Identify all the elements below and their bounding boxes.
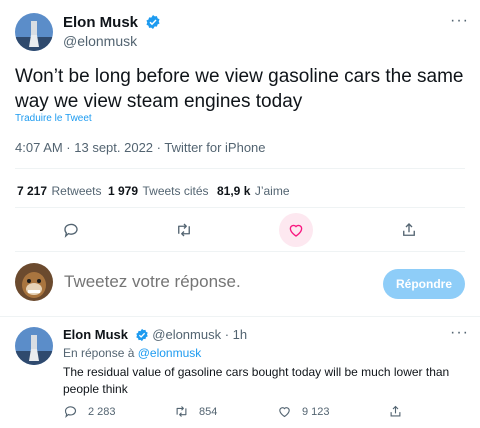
tweet-timestamp[interactable]: 4:07 AM · 13 sept. 2022 · Twitter for iP… xyxy=(15,140,266,155)
author-name[interactable]: Elon Musk xyxy=(63,14,138,31)
author-info: Elon Musk xyxy=(63,14,161,32)
reply-header: Elon Musk @elonmusk · 1h xyxy=(63,327,247,342)
divider xyxy=(0,316,480,317)
divider xyxy=(15,207,465,208)
author-avatar[interactable] xyxy=(15,13,53,51)
in-reply-to-link[interactable]: @elonmusk xyxy=(138,346,202,360)
author-handle[interactable]: @elonmusk xyxy=(63,33,137,49)
like-icon xyxy=(279,407,290,418)
reply-retweets-action[interactable]: 854 xyxy=(174,404,217,419)
user-avatar[interactable] xyxy=(15,263,53,301)
divider xyxy=(15,168,465,169)
share-icon xyxy=(390,405,401,417)
translate-link[interactable]: Traduire le Tweet xyxy=(15,113,92,124)
like-icon[interactable] xyxy=(279,213,313,247)
retweet-icon[interactable] xyxy=(167,213,201,247)
in-reply-to: En réponse à @elonmusk xyxy=(63,346,202,360)
tweet-text: Won’t be long before we view gasoline ca… xyxy=(15,66,464,112)
reply-likes-action[interactable]: 9 123 xyxy=(277,404,330,419)
reply-text: The residual value of gasoline cars boug… xyxy=(63,365,450,396)
reply-input[interactable] xyxy=(64,272,364,292)
more-options-icon[interactable]: ··· xyxy=(450,12,469,30)
retweet-icon xyxy=(176,406,187,417)
reply-author-avatar[interactable] xyxy=(15,327,53,365)
reply-icon xyxy=(64,406,76,419)
reply-author-handle[interactable]: @elonmusk xyxy=(152,327,221,342)
share-icon[interactable] xyxy=(392,213,426,247)
verified-badge-icon xyxy=(135,328,148,342)
divider xyxy=(15,251,465,252)
retweets-stat[interactable]: 7 217 Retweets xyxy=(17,182,102,200)
reply-button[interactable]: Répondre xyxy=(383,269,465,299)
likes-stat[interactable]: 81,9 k J’aime xyxy=(217,182,290,200)
verified-badge-icon xyxy=(146,15,161,29)
more-options-icon[interactable]: ··· xyxy=(450,324,469,342)
reply-icon[interactable] xyxy=(54,213,88,247)
reply-replies-action[interactable]: 2 283 xyxy=(63,404,116,419)
quotes-stat[interactable]: 1 979 Tweets cités xyxy=(108,182,209,200)
reply-share-action[interactable] xyxy=(388,404,413,419)
reply-time[interactable]: · 1h xyxy=(225,327,247,342)
reply-author-name[interactable]: Elon Musk xyxy=(63,327,128,342)
